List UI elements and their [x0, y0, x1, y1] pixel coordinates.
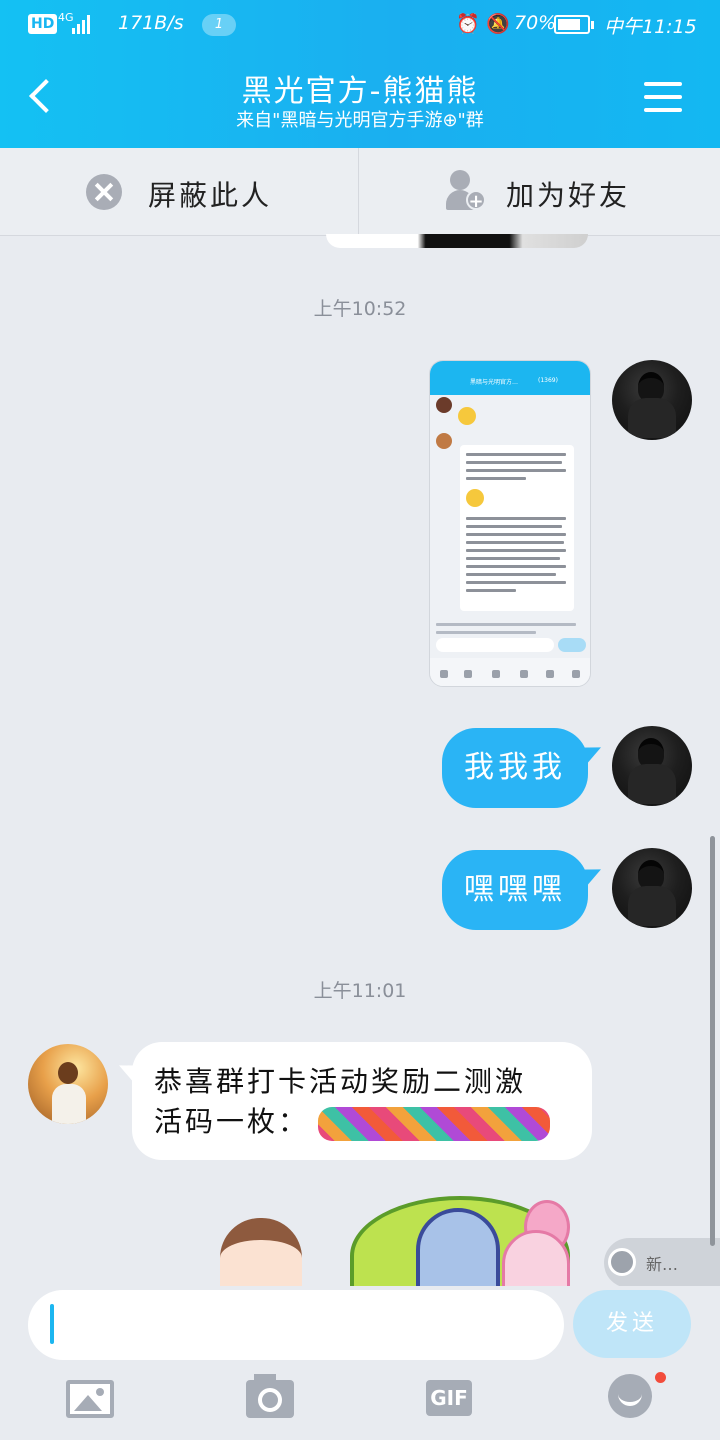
add-friend-icon: +: [446, 170, 486, 212]
battery-icon: [554, 15, 594, 34]
chat-title: 黑光官方-熊猫熊: [241, 74, 479, 109]
send-button[interactable]: 发送: [573, 1290, 691, 1358]
redacted-code: [318, 1107, 550, 1141]
boy-sticker: [220, 1218, 302, 1286]
text-caret: [50, 1304, 54, 1344]
timestamp: 上午11:01: [313, 980, 407, 1002]
screenshot-image-message[interactable]: 黑暗与光明官方… (1369): [429, 360, 591, 687]
notification-count: 1: [202, 14, 236, 36]
my-avatar[interactable]: [612, 726, 692, 806]
block-user-button[interactable]: 屏蔽此人: [0, 148, 359, 236]
my-message-bubble[interactable]: 嘿嘿嘿: [442, 850, 588, 930]
hd-icon: HD: [28, 14, 58, 34]
action-bar: 屏蔽此人 + 加为好友: [0, 148, 720, 236]
status-bar: HD 4G 171B/s 1 ⏰ 🔕 70% 中午11:15: [0, 0, 720, 50]
my-avatar[interactable]: [612, 848, 692, 928]
clock: 中午11:15: [604, 16, 697, 38]
add-friend-label: 加为好友: [506, 179, 631, 212]
timestamp: 上午10:52: [313, 298, 407, 320]
add-friend-button[interactable]: + 加为好友: [360, 148, 719, 236]
message-text: 嘿嘿嘿: [464, 872, 566, 907]
image-icon[interactable]: [66, 1380, 114, 1418]
message-input[interactable]: [28, 1290, 564, 1360]
new-message-label: 新…: [646, 1255, 679, 1274]
new-message-icon: [608, 1248, 636, 1276]
camera-icon[interactable]: [246, 1374, 294, 1418]
unread-dot: [655, 1372, 666, 1383]
my-message-bubble[interactable]: 我我我: [442, 728, 588, 808]
battery-percent: 70%: [514, 12, 557, 34]
sticker-message[interactable]: [212, 1186, 592, 1286]
message-text: 我我我: [464, 750, 566, 785]
my-avatar[interactable]: [612, 360, 692, 440]
mute-icon: 🔕: [486, 13, 510, 35]
previous-image-message[interactable]: [326, 234, 588, 248]
new-message-tip[interactable]: 新…: [604, 1238, 720, 1288]
network-speed: 171B/s: [118, 12, 184, 34]
cat-sticker: [416, 1208, 500, 1286]
signal-icon: [72, 14, 94, 34]
scrollbar[interactable]: [710, 836, 715, 1246]
sender-avatar[interactable]: [28, 1044, 108, 1124]
chat-subtitle: 来自"黑暗与光明官方手游⊕"群: [236, 110, 484, 131]
block-user-label: 屏蔽此人: [148, 179, 273, 212]
received-message-bubble[interactable]: 恭喜群打卡活动奖励二测激 活码一枚：: [132, 1042, 592, 1160]
block-icon: [86, 174, 122, 210]
composer: 发送 GIF: [0, 1286, 720, 1440]
alarm-icon: ⏰: [456, 13, 480, 35]
gif-icon[interactable]: GIF: [426, 1380, 472, 1416]
emoji-icon[interactable]: [608, 1374, 652, 1418]
message-text-line: 恭喜群打卡活动奖励二测激: [154, 1065, 527, 1098]
chat-header: HD 4G 171B/s 1 ⏰ 🔕 70% 中午11:15 黑光官方-熊猫熊 …: [0, 0, 720, 148]
menu-icon[interactable]: [644, 80, 682, 114]
